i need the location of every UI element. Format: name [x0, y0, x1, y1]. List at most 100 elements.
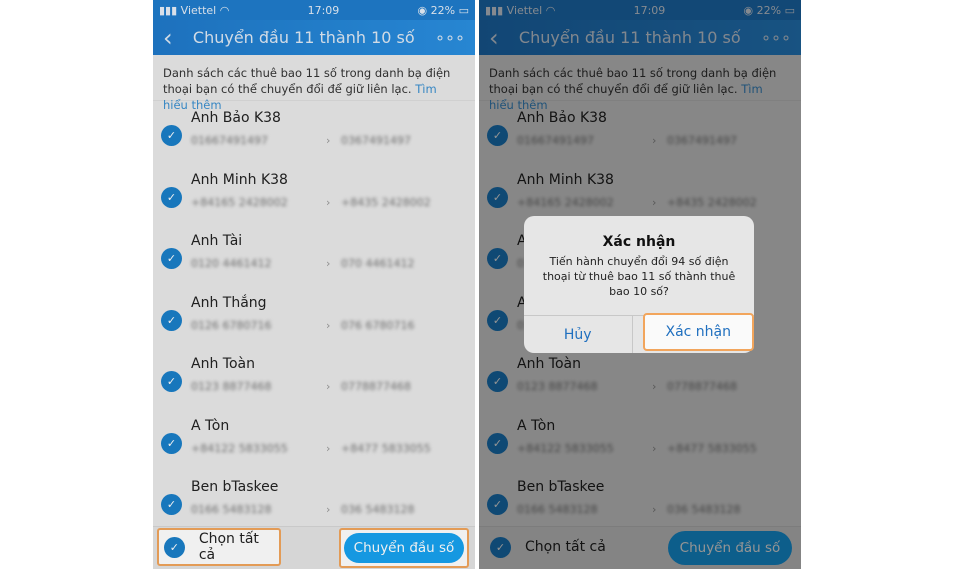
check-icon: ✓: [490, 536, 511, 558]
arrow-icon: ›: [326, 134, 331, 147]
convert-button[interactable]: Chuyển đầu số: [344, 533, 464, 563]
more-icon[interactable]: ∘∘∘: [761, 28, 791, 47]
page-title: Chuyển đầu 11 thành 10 số: [518, 28, 741, 47]
select-all-toggle[interactable]: ✓ Chọn tất cả: [483, 528, 607, 566]
arrow-icon: ›: [326, 503, 331, 516]
contact-row[interactable]: ✓ Anh Minh K38 +84165 2428002 › +8435 24…: [487, 163, 801, 225]
contact-row[interactable]: ✓ Ben bTaskee 0166 5483128 › 036 5483128: [487, 470, 801, 532]
contact-name: A Tòn: [517, 417, 556, 434]
dialog-buttons: Hủy Xác nhận: [524, 313, 754, 353]
confirm-button[interactable]: Xác nhận: [642, 313, 754, 351]
contact-row[interactable]: ✓ Anh Tài 0120 4461412 › 070 4461412: [161, 224, 475, 286]
check-icon: ✓: [164, 536, 185, 558]
description: Danh sách các thuê bao 11 số trong danh …: [153, 55, 475, 112]
description-text: Danh sách các thuê bao 11 số trong danh …: [489, 66, 777, 96]
check-icon[interactable]: ✓: [161, 248, 182, 269]
contact-name: Anh Bảo K38: [517, 110, 607, 126]
contact-row[interactable]: ✓ A Tòn +84122 5833055 › +8477 5833055: [161, 409, 475, 471]
convert-button-wrap: Chuyển đầu số: [665, 528, 795, 568]
check-icon[interactable]: ✓: [487, 494, 508, 515]
convert-button[interactable]: Chuyển đầu số: [668, 531, 792, 565]
check-icon[interactable]: ✓: [487, 371, 508, 392]
back-icon[interactable]: ‹: [489, 24, 499, 52]
arrow-icon: ›: [652, 134, 657, 147]
contact-row[interactable]: ✓ Anh Minh K38 +84165 2428002 › +8435 24…: [161, 163, 475, 225]
contact-row[interactable]: ✓ Anh Toàn 0123 8877468 › 0778877468: [161, 347, 475, 409]
contact-list: ✓ Anh Bảo K38 01667491497 › 0367491497 ✓ …: [153, 101, 475, 532]
phone-screen-list: ▮▮▮ Viettel ◠ 17:09 ◉ 22% ▭ ‹ Chuyển đầu…: [153, 0, 475, 569]
new-number: +8435 2428002: [667, 195, 757, 209]
select-all-label: Chọn tất cả: [198, 531, 259, 563]
check-icon[interactable]: ✓: [487, 186, 508, 208]
nav-header: ‹ Chuyển đầu 11 thành 10 số ∘∘∘: [153, 20, 475, 55]
battery-percent: 22%: [430, 3, 456, 17]
old-number: 0166 5483128: [191, 503, 272, 516]
page-title: Chuyển đầu 11 thành 10 số: [192, 28, 415, 47]
battery-icon: ▭: [458, 3, 469, 17]
contact-row[interactable]: ✓ Anh Bảo K38 01667491497 › 0367491497: [487, 101, 801, 163]
clock: 17:09: [633, 3, 666, 17]
contact-row[interactable]: ✓ Anh Bảo K38 01667491497 › 0367491497: [161, 101, 475, 163]
new-number: 0367491497: [341, 134, 411, 147]
check-icon[interactable]: ✓: [161, 432, 182, 454]
cancel-button[interactable]: Hủy: [524, 316, 633, 353]
lock-rotation-icon: ◉: [417, 3, 428, 17]
check-icon[interactable]: ✓: [161, 371, 182, 392]
arrow-icon: ›: [326, 380, 331, 393]
check-icon[interactable]: ✓: [161, 309, 182, 331]
contact-name: Anh Tài: [191, 233, 243, 249]
battery: ◉ 22% ▭: [418, 4, 469, 17]
status-bar: ▮▮▮ Viettel ◠ 17:09 ◉ 22% ▭: [479, 0, 801, 20]
new-number: 0778877468: [667, 380, 737, 393]
carrier: ▮▮▮ Viettel ◠: [159, 3, 230, 17]
battery-percent: 22%: [756, 3, 782, 17]
check-icon[interactable]: ✓: [161, 186, 182, 208]
arrow-icon: ›: [652, 503, 657, 516]
carrier-name: Viettel: [506, 3, 543, 17]
old-number: 0123 8877468: [517, 380, 598, 393]
select-all-toggle[interactable]: ✓ Chọn tất cả: [157, 528, 281, 566]
arrow-icon: ›: [326, 257, 331, 270]
old-number: 01667491497: [191, 134, 268, 147]
dialog-title: Xác nhận: [602, 234, 676, 250]
contact-row[interactable]: ✓ Anh Toàn 0123 8877468 › 0778877468: [487, 347, 801, 409]
contact-row[interactable]: ✓ Ben bTaskee 0166 5483128 › 036 5483128: [161, 470, 475, 532]
new-number: 076 6780716: [341, 318, 415, 332]
contact-name: Anh Toàn: [191, 356, 255, 372]
check-icon[interactable]: ✓: [487, 125, 508, 146]
status-bar: ▮▮▮ Viettel ◠ 17:09 ◉ 22% ▭: [153, 0, 475, 20]
arrow-icon: ›: [326, 195, 331, 209]
check-icon[interactable]: ✓: [487, 309, 508, 331]
wifi-icon: ◠: [219, 3, 230, 17]
more-icon[interactable]: ∘∘∘: [435, 28, 465, 47]
new-number: 0778877468: [341, 380, 411, 393]
arrow-icon: ›: [652, 441, 657, 455]
lock-rotation-icon: ◉: [743, 3, 754, 17]
convert-button-wrap: Chuyển đầu số: [339, 528, 469, 568]
check-icon[interactable]: ✓: [487, 248, 508, 269]
check-icon[interactable]: ✓: [161, 125, 182, 146]
arrow-icon: ›: [326, 441, 331, 455]
battery: ◉ 22% ▭: [744, 4, 795, 17]
battery-icon: ▭: [784, 3, 795, 17]
arrow-icon: ›: [326, 318, 331, 332]
contact-row[interactable]: ✓ Anh Thắng 0126 6780716 › 076 6780716: [161, 286, 475, 348]
description: Danh sách các thuê bao 11 số trong danh …: [479, 55, 801, 112]
select-all-label: Chọn tất cả: [525, 539, 606, 555]
carrier: ▮▮▮ Viettel ◠: [485, 3, 556, 17]
phone-screen-confirm: ▮▮▮ Viettel ◠ 17:09 ◉ 22% ▭ ‹ Chuyển đầu…: [479, 0, 801, 569]
check-icon[interactable]: ✓: [161, 494, 182, 515]
contact-name: A Tòn: [191, 417, 230, 434]
old-number: 0120 4461412: [191, 257, 272, 270]
new-number: +8435 2428002: [341, 195, 431, 209]
description-text: Danh sách các thuê bao 11 số trong danh …: [163, 66, 451, 96]
contact-row[interactable]: ✓ A Tòn +84122 5833055 › +8477 5833055: [487, 409, 801, 471]
nav-header: ‹ Chuyển đầu 11 thành 10 số ∘∘∘: [479, 20, 801, 55]
back-icon[interactable]: ‹: [163, 24, 173, 52]
new-number: 070 4461412: [341, 257, 415, 270]
old-number: 0123 8877468: [191, 380, 272, 393]
new-number: +8477 5833055: [667, 441, 757, 455]
contact-name: Anh Bảo K38: [191, 110, 281, 126]
check-icon[interactable]: ✓: [487, 432, 508, 454]
bottom-bar: ✓ Chọn tất cả Chuyển đầu số: [479, 526, 801, 569]
